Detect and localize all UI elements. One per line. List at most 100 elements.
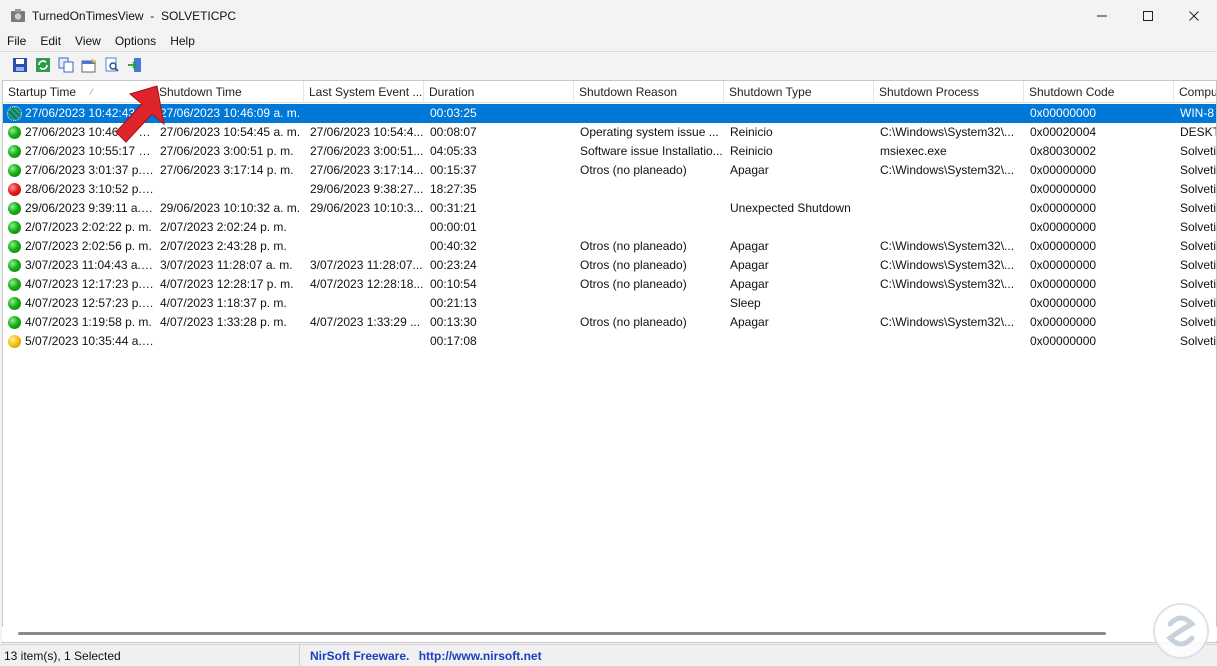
close-icon (1189, 10, 1199, 21)
shutdown-type-cell: Apagar (730, 239, 769, 253)
startup-time-cell: 3/07/2023 11:04:43 a. m. (25, 258, 154, 272)
shutdown-type-cell: Reinicio (730, 144, 773, 158)
shutdown-time-cell: 4/07/2023 12:28:17 p. m. (160, 277, 294, 291)
table-row[interactable]: 27/06/2023 10:55:17 a. m. 27/06/2023 3:00… (3, 142, 1216, 161)
duration-cell: 00:17:08 (430, 334, 477, 348)
status-green-icon (8, 164, 21, 177)
duration-cell: 00:15:37 (430, 163, 477, 177)
horizontal-scrollbar[interactable] (2, 627, 1217, 641)
shutdown-type-cell: Apagar (730, 315, 769, 329)
column-header-shutdown-reason[interactable]: Shutdown Reason (574, 81, 724, 103)
find-button[interactable] (100, 54, 123, 76)
computer-cell: WIN-8 (1180, 106, 1214, 120)
shutdown-code-cell: 0x00000000 (1030, 296, 1097, 310)
column-header-computer[interactable]: Compu (1174, 81, 1216, 103)
status-green-icon (8, 259, 21, 272)
nirsoft-credit: NirSoft Freeware. http://www.nirsoft.net (302, 645, 542, 666)
properties-button[interactable] (77, 54, 100, 76)
nirsoft-link[interactable]: http://www.nirsoft.net (419, 649, 542, 663)
refresh-icon (35, 58, 50, 72)
shutdown-reason-cell: Operating system issue ... (580, 125, 719, 139)
table-row[interactable]: 4/07/2023 12:57:23 p. m. 4/07/2023 1:18:3… (3, 294, 1216, 313)
menu-separator (0, 51, 1217, 52)
column-header-shutdown-code[interactable]: Shutdown Code (1024, 81, 1174, 103)
find-icon (105, 57, 119, 72)
shutdown-reason-cell (574, 332, 724, 351)
last-event-cell (304, 218, 424, 237)
shutdown-time-cell: 2/07/2023 2:43:28 p. m. (160, 239, 287, 253)
shutdown-reason-cell: Otros (no planeado) (580, 315, 687, 329)
table-row[interactable]: 4/07/2023 12:17:23 p. m. 4/07/2023 12:28:… (3, 275, 1216, 294)
table-row[interactable]: 2/07/2023 2:02:56 p. m. 2/07/2023 2:43:28… (3, 237, 1217, 256)
menu-edit[interactable]: Edit (33, 31, 68, 51)
column-header-shutdown-time[interactable]: Shutdown Time (154, 81, 304, 103)
computer-cell: Solveti (1180, 239, 1217, 253)
table-row[interactable]: 29/06/2023 9:39:11 a. m. 29/06/2023 10:10… (3, 199, 1216, 218)
table-row[interactable]: 27/06/2023 10:46:27 a... 27/06/2023 10:54… (3, 123, 1216, 142)
table-row[interactable]: 3/07/2023 11:04:43 a. m. 3/07/2023 11:28:… (3, 256, 1216, 275)
shutdown-process-cell: C:\Windows\System32\... (880, 125, 1015, 139)
last-event-cell: 27/06/2023 3:00:51... (310, 144, 424, 158)
status-green-icon (8, 202, 21, 215)
menu-view[interactable]: View (68, 31, 108, 51)
copy-button[interactable] (54, 54, 77, 76)
maximize-button[interactable] (1125, 0, 1171, 31)
table-row[interactable]: 4/07/2023 1:19:58 p. m. 4/07/2023 1:33:28… (3, 313, 1216, 332)
table-row[interactable]: 27/06/2023 3:01:37 p. m. 27/06/2023 3:17:… (3, 161, 1216, 180)
events-list[interactable]: Startup Time ⁄ Shutdown Time Last System… (2, 80, 1217, 643)
minimize-button[interactable] (1079, 0, 1125, 31)
shutdown-code-cell: 0x00000000 (1030, 277, 1097, 291)
shutdown-type-cell (724, 332, 874, 351)
list-header: Startup Time ⁄ Shutdown Time Last System… (3, 81, 1216, 103)
last-event-cell: 4/07/2023 1:33:29 ... (310, 315, 421, 329)
last-event-cell: 27/06/2023 3:17:14... (310, 163, 424, 177)
shutdown-time-cell: 3/07/2023 11:28:07 a. m. (160, 258, 293, 272)
column-header-shutdown-process[interactable]: Shutdown Process (874, 81, 1024, 103)
minimize-icon (1097, 15, 1107, 16)
shutdown-reason-cell: Software issue Installatio... (580, 144, 723, 158)
table-row[interactable]: 5/07/2023 10:35:44 a. m. 00:17:08 0x000000… (3, 332, 1217, 351)
column-label: Startup Time (8, 85, 77, 99)
duration-cell: 00:03:25 (430, 106, 477, 120)
last-event-cell: 29/06/2023 9:38:27... (310, 182, 424, 196)
menu-options[interactable]: Options (108, 31, 163, 51)
column-header-duration[interactable]: Duration (424, 81, 574, 103)
startup-time-cell: 4/07/2023 1:19:58 p. m. (25, 315, 152, 329)
exit-button[interactable] (123, 54, 146, 76)
shutdown-code-cell: 0x00000000 (1030, 315, 1097, 329)
shutdown-reason-cell (574, 180, 724, 199)
app-name: TurnedOnTimesView (32, 8, 144, 23)
status-green-icon (8, 278, 21, 291)
shutdown-reason-cell: Otros (no planeado) (580, 239, 687, 253)
computer-cell: Solveti (1180, 334, 1217, 348)
shutdown-reason-cell (574, 104, 724, 123)
shutdown-reason-cell (574, 199, 724, 218)
computer-cell: Solveti (1180, 182, 1217, 196)
item-count: 13 item(s), 1 Selected (0, 645, 300, 666)
menu-help[interactable]: Help (163, 31, 202, 51)
shutdown-time-cell (154, 180, 304, 199)
window-controls (1079, 0, 1217, 31)
shutdown-reason-cell (574, 218, 724, 237)
refresh-button[interactable] (31, 54, 54, 76)
table-row[interactable]: 27/06/2023 10:42:43 a... 27/06/2023 10:46… (3, 104, 1216, 123)
status-green-icon (8, 316, 21, 329)
shutdown-process-cell (874, 218, 1024, 237)
column-header-shutdown-type[interactable]: Shutdown Type (724, 81, 874, 103)
table-row[interactable]: 28/06/2023 3:10:52 p. ... 29/06/2023 9:38… (3, 180, 1217, 199)
last-event-cell: 29/06/2023 10:10:3... (310, 201, 424, 215)
startup-time-cell: 27/06/2023 3:01:37 p. m. (25, 163, 154, 177)
shutdown-code-cell: 0x00000000 (1030, 201, 1097, 215)
shutdown-process-cell: C:\Windows\System32\... (880, 315, 1015, 329)
menu-file[interactable]: File (0, 31, 33, 51)
close-button[interactable] (1171, 0, 1217, 31)
scrollbar-thumb[interactable] (18, 632, 1106, 635)
table-row[interactable]: 2/07/2023 2:02:22 p. m. 2/07/2023 2:02:24… (3, 218, 1216, 237)
column-header-last-system-event[interactable]: Last System Event ... (304, 81, 424, 103)
shutdown-code-cell: 0x80030002 (1030, 144, 1097, 158)
status-yellow-icon (8, 335, 21, 348)
exit-icon (127, 58, 141, 72)
startup-time-cell: 5/07/2023 10:35:44 a. m. (25, 334, 154, 348)
save-button[interactable] (8, 54, 31, 76)
shutdown-type-cell: Sleep (730, 296, 761, 310)
